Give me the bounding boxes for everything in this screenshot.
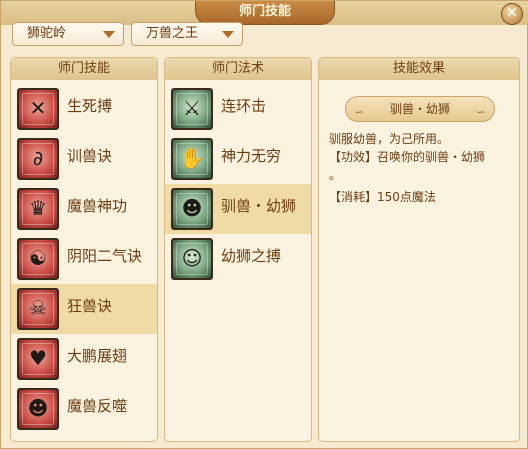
spell-label: 神力无穷 [221,147,282,165]
chevron-down-icon [103,31,115,38]
skill-item-yinyangerqijue[interactable]: ☯ 阴阳二气诀 [11,234,157,284]
chain-strike-icon: ⚔ [171,88,213,130]
school-select[interactable]: 狮驼岭 [12,22,124,46]
spell-item-shenliwuqiong[interactable]: ✋ 神力无穷 [165,134,311,184]
spells-panel-header: 师门法术 [165,58,311,80]
skill-label: 生死搏 [67,97,113,115]
close-icon: ✕ [506,5,518,21]
skill-item-kuangshoujue[interactable]: ☠ 狂兽诀 [11,284,157,334]
effect-line: 。 [329,168,342,182]
demon-face-icon: ♛ [17,188,59,230]
effect-title: 驯兽・幼狮 [389,102,450,116]
wings-icon: ♥ [17,338,59,380]
skill-label: 阴阳二气诀 [67,247,143,265]
effect-description: 驯服幼兽，为己所用。 【功效】召唤你的驯兽・幼狮 。 【消耗】150点魔法 [329,130,521,206]
scroll-ornament-icon: ∽ [354,105,365,119]
whip-icon: ∂ [17,138,59,180]
scroll-ornament-icon: ∽ [475,105,486,119]
skill-item-moshoufanshi[interactable]: ☻ 魔兽反噬 [11,384,157,434]
lion-cub-icon: ☻ [171,188,213,230]
spell-label: 幼狮之搏 [221,247,282,265]
effect-line: 【功效】召唤你的驯兽・幼狮 [329,148,521,166]
effect-title-banner: ∽ 驯兽・幼狮 ∽ [345,96,495,122]
cost-tag: 【消耗】 [329,190,378,204]
spell-label: 驯兽・幼狮 [221,197,297,215]
effect-tag: 【功效】 [329,150,378,164]
faction-select-value: 万兽之王 [146,26,199,41]
skills-panel: 师门技能 ✕ 生死搏 ∂ 训兽诀 ♛ 魔兽神功 ☯ 阴阳二气诀 ☠ 狂兽诀 ♥ … [10,57,158,442]
cost-text: 150点魔法 [377,190,436,204]
skill-item-shengsibo[interactable]: ✕ 生死搏 [11,84,157,134]
spell-label: 连环击 [221,97,267,115]
effect-panel: 技能效果 ∽ 驯兽・幼狮 ∽ 驯服幼兽，为己所用。 【功效】召唤你的驯兽・幼狮 … [318,57,520,442]
spell-item-xunshou-youshi[interactable]: ☻ 驯兽・幼狮 [165,184,311,234]
beast-bite-icon: ☻ [17,388,59,430]
skills-panel-header: 师门技能 [11,58,157,80]
effect-panel-header: 技能效果 [319,58,519,80]
school-select-value: 狮驼岭 [27,26,67,41]
power-icon: ✋ [171,138,213,180]
skill-label: 狂兽诀 [67,297,113,315]
skill-label: 魔兽神功 [67,197,128,215]
skill-label: 魔兽反噬 [67,397,128,415]
effect-line: 【消耗】150点魔法 [329,188,521,206]
skill-label: 大鹏展翅 [67,347,128,365]
spell-item-lianhuanji[interactable]: ⚔ 连环击 [165,84,311,134]
chevron-down-icon [222,31,234,38]
skill-item-moshoushengong[interactable]: ♛ 魔兽神功 [11,184,157,234]
skills-window: 师门技能 ✕ 狮驼岭 万兽之王 师门技能 ✕ 生死搏 ∂ 训兽诀 ♛ 魔兽神功 … [0,0,528,449]
spells-panel: 师门法术 ⚔ 连环击 ✋ 神力无穷 ☻ 驯兽・幼狮 ☺ 幼狮之搏 [164,57,312,442]
skill-item-dapengzhanchi[interactable]: ♥ 大鹏展翅 [11,334,157,384]
skill-label: 训兽诀 [67,147,113,165]
close-button[interactable]: ✕ [501,3,523,25]
lion-fight-icon: ☺ [171,238,213,280]
skill-item-xunshoujue[interactable]: ∂ 训兽诀 [11,134,157,184]
effect-text: 召唤你的驯兽・幼狮 [377,150,486,164]
yin-yang-mask-icon: ☯ [17,238,59,280]
beast-skull-icon: ☠ [17,288,59,330]
faction-select[interactable]: 万兽之王 [131,22,243,46]
crossed-weapons-icon: ✕ [17,88,59,130]
effect-line: 驯服幼兽，为己所用。 [329,132,450,146]
spell-item-youshizhibo[interactable]: ☺ 幼狮之搏 [165,234,311,284]
